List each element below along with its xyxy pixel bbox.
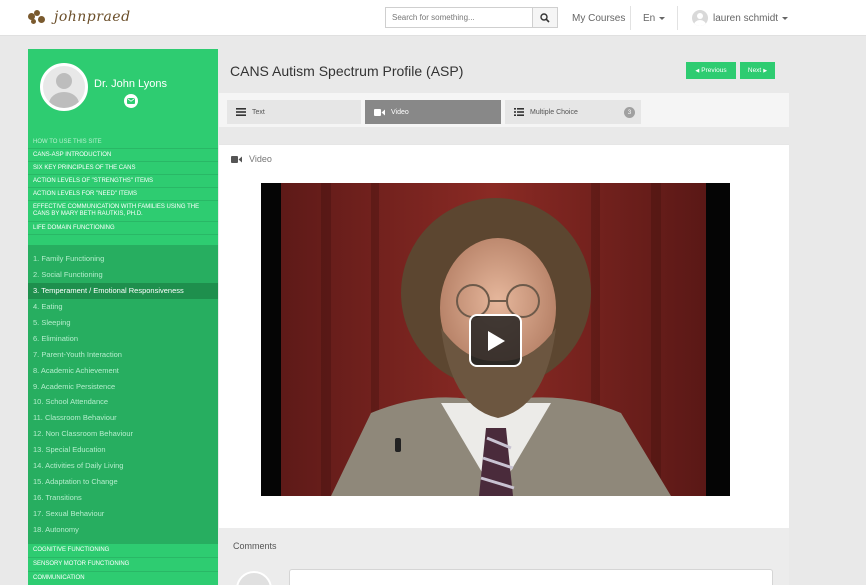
next-button[interactable]: Next ▶ [740, 62, 775, 79]
sidebar-section-item[interactable]: COMMUNICATION [28, 572, 218, 585]
sidebar-section-item[interactable]: ACTION LEVELS OF "STRENGTHS" ITEMS [28, 175, 218, 188]
sidebar-section-item[interactable]: SIX KEY PRINCIPLES OF THE CANS [28, 162, 218, 175]
site-logo[interactable]: johnpraed [26, 6, 131, 28]
instructor-profile: Dr. John Lyons [28, 49, 218, 139]
sidebar-section-item[interactable]: COGNITIVE FUNCTIONING [28, 544, 218, 558]
sidebar-lesson-list: 1. Family Functioning 2. Social Functioni… [28, 245, 218, 544]
tab-text-label: Text [252, 108, 265, 116]
tab-video-label: Video [391, 108, 409, 116]
video-player[interactable] [261, 183, 730, 496]
tab-multiple-choice-label: Multiple Choice [530, 108, 578, 116]
section-heading-label: Video [249, 154, 272, 164]
comment-input[interactable] [289, 569, 773, 585]
sidebar-section-item[interactable]: LIFE DOMAIN FUNCTIONING [28, 222, 218, 235]
tab-video[interactable]: Video [365, 100, 501, 124]
checklist-icon [514, 108, 524, 116]
play-icon [487, 330, 505, 351]
sidebar-lesson-item[interactable]: 10. School Attendance [28, 394, 218, 410]
logo-emblem-icon [26, 9, 48, 25]
section-heading: Video [231, 154, 272, 164]
sidebar-lesson-item[interactable]: 16. Transitions [28, 489, 218, 505]
instructor-avatar [40, 63, 88, 111]
nav-divider [630, 6, 631, 30]
sidebar-lesson-item[interactable]: 8. Academic Achievement [28, 362, 218, 378]
user-menu[interactable]: lauren schmidt [692, 0, 789, 36]
search-form [385, 7, 558, 28]
sidebar-lesson-item[interactable]: 6. Elimination [28, 330, 218, 346]
tab-multiple-choice[interactable]: Multiple Choice 3 [505, 100, 641, 124]
page-title: CANS Autism Spectrum Profile (ASP) [230, 63, 464, 79]
sidebar-lesson-item[interactable]: 7. Parent-Youth Interaction [28, 346, 218, 362]
list-icon [236, 108, 246, 116]
sidebar-section-item[interactable]: EFFECTIVE COMMUNICATION WITH FAMILIES US… [28, 201, 218, 222]
next-label: Next [747, 67, 762, 74]
instructor-name[interactable]: Dr. John Lyons [94, 78, 167, 90]
my-courses-link[interactable]: My Courses [572, 0, 625, 36]
sidebar-lesson-item[interactable]: 15. Adaptation to Change [28, 473, 218, 489]
sidebar-section-list: HOW TO USE THIS SITE CANS-ASP INTRODUCTIO… [28, 136, 218, 235]
sidebar-lesson-item[interactable]: 1. Family Functioning [28, 251, 218, 267]
sidebar-lesson-item[interactable]: 13. Special Education [28, 442, 218, 458]
commenter-avatar [236, 571, 272, 585]
language-dropdown[interactable]: En [643, 0, 666, 36]
sidebar-section-item[interactable]: SENSORY MOTOR FUNCTIONING [28, 558, 218, 572]
comments-heading: Comments [233, 541, 277, 551]
sidebar-lesson-item[interactable]: 17. Sexual Behaviour [28, 505, 218, 521]
sidebar-lesson-item[interactable]: 11. Classroom Behaviour [28, 410, 218, 426]
sidebar-section-item[interactable]: ACTION LEVELS FOR "NEED" ITEMS [28, 188, 218, 201]
user-name: lauren schmidt [713, 12, 779, 24]
sidebar-lesson-item[interactable]: 4. Eating [28, 299, 218, 315]
language-label: En [643, 12, 656, 24]
chevron-left-icon: ◀ [695, 67, 700, 74]
sidebar-section-item[interactable]: HOW TO USE THIS SITE [28, 136, 218, 149]
nav-divider [677, 6, 678, 30]
sidebar-section-item[interactable]: CANS-ASP INTRODUCTION [28, 149, 218, 162]
sidebar-section-list-bottom: COGNITIVE FUNCTIONING SENSORY MOTOR FUNCT… [28, 544, 218, 585]
message-icon[interactable] [124, 94, 138, 108]
sidebar-lesson-item[interactable]: 5. Sleeping [28, 315, 218, 331]
play-button[interactable] [469, 314, 522, 367]
course-sidebar: Dr. John Lyons HOW TO USE THIS SITE CANS-… [28, 49, 218, 585]
tab-text[interactable]: Text [227, 100, 361, 124]
sidebar-lesson-item[interactable]: 2. Social Functioning [28, 267, 218, 283]
previous-button[interactable]: ◀ Previous [686, 62, 736, 79]
search-icon [540, 12, 550, 23]
search-button[interactable] [532, 7, 558, 28]
sidebar-lesson-item-active[interactable]: 3. Temperament / Emotional Responsivenes… [28, 282, 218, 299]
chevron-down-icon [659, 16, 666, 20]
top-navbar: johnpraed My Courses En lauren schmidt [0, 0, 866, 36]
lesson-content-panel: Video [219, 144, 789, 528]
video-camera-icon [231, 155, 242, 163]
question-count-badge: 3 [624, 107, 635, 118]
sidebar-lesson-item[interactable]: 18. Autonomy [28, 521, 218, 537]
video-camera-icon [374, 108, 385, 116]
user-avatar [692, 10, 708, 26]
sidebar-lesson-item[interactable]: 12. Non Classroom Behaviour [28, 426, 218, 442]
comments-section: Comments [219, 528, 789, 585]
previous-label: Previous [701, 67, 727, 74]
logo-text: johnpraed [54, 9, 131, 25]
chevron-down-icon [782, 16, 789, 20]
search-input[interactable] [385, 7, 532, 28]
sidebar-lesson-item[interactable]: 14. Activities of Daily Living [28, 458, 218, 474]
content-type-tabs: Text Video Multiple Choice 3 [219, 93, 789, 127]
sidebar-lesson-item[interactable]: 9. Academic Persistence [28, 378, 218, 394]
chevron-right-icon: ▶ [763, 67, 768, 74]
